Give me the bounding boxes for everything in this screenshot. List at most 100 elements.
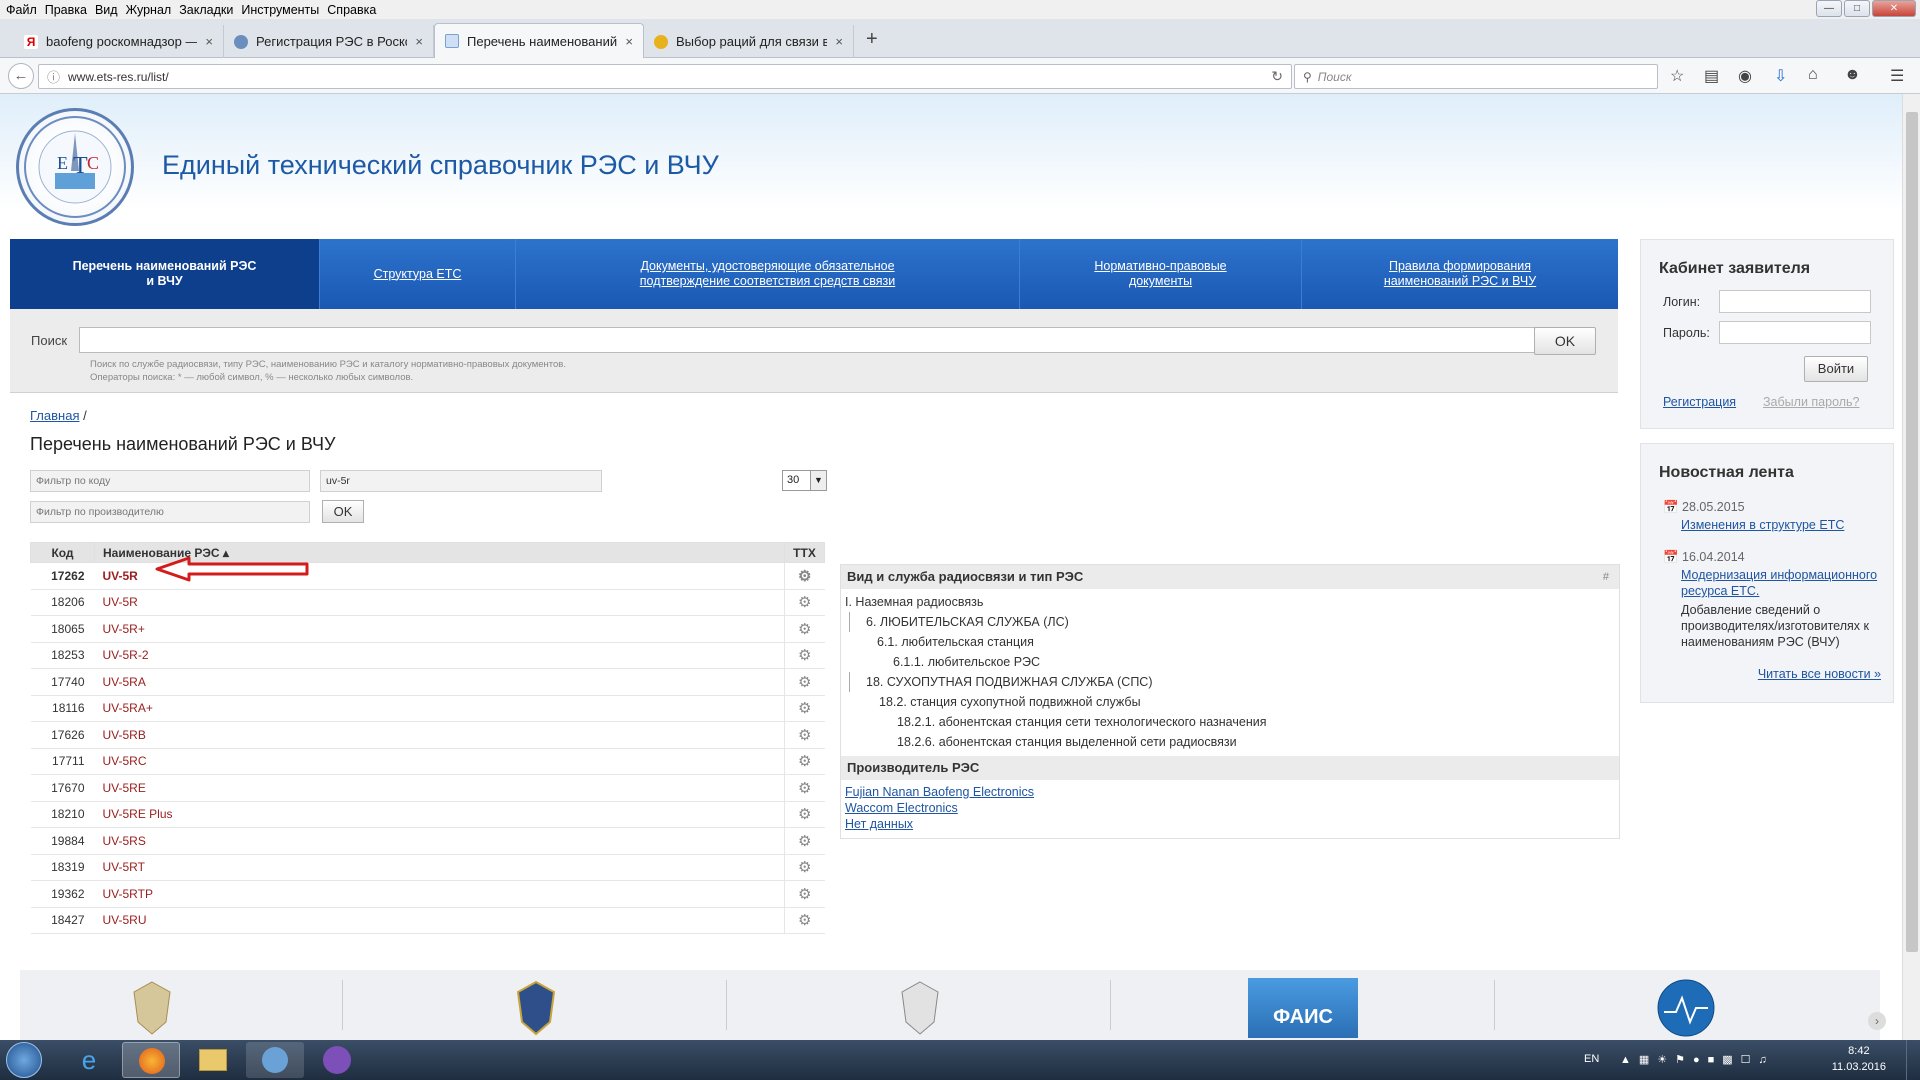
info-icon[interactable]: ⓘ [47, 67, 60, 86]
table-row[interactable]: 17262 UV-5R ⚙ [30, 562, 825, 590]
maximize-button[interactable]: □ [1844, 0, 1870, 17]
per-page-select[interactable]: 30 ▼ [782, 470, 827, 491]
maker-link[interactable]: Нет данных [845, 816, 1619, 832]
back-icon[interactable]: ← [8, 63, 34, 89]
search-ok-button[interactable]: OK [1534, 327, 1596, 355]
res-name-link[interactable]: UV-5RTP [94, 880, 785, 908]
res-name-link[interactable]: UV-5R [94, 589, 785, 616]
res-name-link[interactable]: UV-5RE [94, 774, 785, 802]
header-code[interactable]: Код [30, 542, 95, 563]
firefox-icon[interactable] [122, 1042, 180, 1078]
menu-view[interactable]: Вид [93, 3, 124, 17]
maker-link[interactable]: Waccom Electronics [845, 800, 1619, 816]
menu-file[interactable]: Файл [4, 3, 43, 17]
address-bar[interactable]: ⓘ www.ets-res.ru/list/ ↻ [38, 64, 1292, 89]
reading-list-icon[interactable]: ▤ [1704, 66, 1719, 86]
explorer-icon[interactable] [184, 1042, 242, 1078]
table-row[interactable]: 18116 UV-5RA+ ⚙ [30, 695, 825, 722]
res-name-link[interactable]: UV-5RB [94, 721, 785, 749]
menu-help[interactable]: Справка [325, 3, 382, 17]
res-name-link[interactable]: UV-5R+ [94, 615, 785, 643]
site-search-input[interactable] [79, 327, 1538, 353]
system-clock[interactable]: 8:42 11.03.2016 [1832, 1043, 1886, 1075]
gear-icon[interactable]: ⚙ [784, 695, 825, 722]
gear-icon[interactable]: ⚙ [784, 589, 825, 616]
gear-icon[interactable]: ⚙ [784, 880, 825, 908]
res-name-link[interactable]: UV-5RU [94, 907, 785, 934]
coat-of-arms-logo[interactable] [122, 978, 182, 1038]
register-link[interactable]: Регистрация [1663, 395, 1736, 409]
table-row[interactable]: 18319 UV-5RT ⚙ [30, 854, 825, 881]
breadcrumb-home[interactable]: Главная [30, 408, 79, 423]
menu-edit[interactable]: Правка [43, 3, 93, 17]
gear-icon[interactable]: ⚙ [784, 668, 825, 696]
news-link[interactable]: Изменения в структуре ЕТС [1681, 517, 1881, 533]
viber-icon[interactable] [308, 1042, 366, 1078]
maker-filter-input[interactable]: Фильтр по производителю [30, 501, 310, 523]
bookmark-star-icon[interactable]: ☆ [1670, 66, 1684, 86]
nav-list[interactable]: Перечень наименований РЭС и ВЧУ [10, 239, 320, 309]
ie-icon[interactable]: e [60, 1042, 118, 1078]
close-tab-icon[interactable]: × [835, 34, 843, 49]
maker-link[interactable]: Fujian Nanan Baofeng Electronics [845, 784, 1619, 800]
minimize-button[interactable]: — [1816, 0, 1842, 17]
filter-ok-button[interactable]: OK [322, 500, 364, 523]
res-name-link[interactable]: UV-5R-2 [94, 642, 785, 669]
chat-icon[interactable]: ☻ [1844, 66, 1861, 84]
close-window-button[interactable]: ✕ [1872, 0, 1916, 17]
close-tab-icon[interactable]: × [415, 34, 423, 49]
gear-icon[interactable]: ⚙ [784, 642, 825, 669]
gear-icon[interactable]: ⚙ [784, 854, 825, 881]
nav-structure[interactable]: Структура ЕТС [320, 239, 516, 309]
page-scrollbar[interactable] [1902, 94, 1920, 1040]
home-icon[interactable]: ⌂ [1808, 66, 1818, 84]
forgot-password-link[interactable]: Забыли пароль? [1763, 395, 1860, 409]
ministry-emblem-logo[interactable] [506, 978, 566, 1038]
table-row[interactable]: 17670 UV-5RE ⚙ [30, 774, 825, 802]
res-name-link[interactable]: UV-5RA [94, 668, 785, 696]
res-name-link[interactable]: UV-5RC [94, 748, 785, 775]
name-filter-input[interactable]: uv-5r [320, 470, 602, 492]
tab-baofeng[interactable]: Я baofeng роскомнадзор —... × [14, 25, 224, 58]
close-tab-icon[interactable]: × [205, 34, 213, 49]
reload-icon[interactable]: ↻ [1271, 68, 1283, 85]
tab-list-active[interactable]: Перечень наименований ... × [434, 23, 644, 58]
gear-icon[interactable]: ⚙ [784, 562, 825, 590]
table-row[interactable]: 18253 UV-5R-2 ⚙ [30, 642, 825, 669]
close-tab-icon[interactable]: × [625, 34, 633, 49]
menu-history[interactable]: Журнал [124, 3, 178, 17]
browser-search-input[interactable]: ⚲ Поиск [1294, 64, 1658, 89]
mail-icon[interactable] [246, 1042, 304, 1078]
res-name-link[interactable]: UV-5RA+ [94, 695, 785, 722]
all-news-link[interactable]: Читать все новости » [1751, 666, 1881, 682]
gear-icon[interactable]: ⚙ [784, 615, 825, 643]
tray-icons[interactable]: ▲▦☀⚑●■▩☐♫ [1620, 1053, 1775, 1066]
nav-legal[interactable]: Нормативно-правовые документы [1020, 239, 1302, 309]
res-name-link[interactable]: UV-5RT [94, 854, 785, 881]
table-row[interactable]: 18065 UV-5R+ ⚙ [30, 615, 825, 643]
table-row[interactable]: 18210 UV-5RE Plus ⚙ [30, 801, 825, 828]
fais-logo[interactable]: ФАИС [1248, 978, 1358, 1038]
table-row[interactable]: 19362 UV-5RTP ⚙ [30, 880, 825, 908]
menu-tools[interactable]: Инструменты [239, 3, 325, 17]
gear-icon[interactable]: ⚙ [784, 907, 825, 934]
carousel-next-icon[interactable]: › [1868, 1012, 1886, 1030]
anchor-hash[interactable]: # [1603, 565, 1609, 589]
login-button[interactable]: Войти [1804, 356, 1868, 382]
language-indicator[interactable]: EN [1584, 1053, 1599, 1065]
chevron-down-icon[interactable]: ▼ [810, 471, 826, 490]
tab-registration[interactable]: Регистрация РЭС в Роско... × [224, 25, 434, 58]
code-filter-input[interactable]: Фильтр по коду [30, 470, 310, 492]
new-tab-button[interactable]: + [866, 28, 878, 51]
login-input[interactable] [1719, 290, 1871, 313]
downloads-icon[interactable]: ⇩ [1774, 66, 1787, 86]
nav-documents[interactable]: Документы, удостоверяющие обязательное п… [516, 239, 1020, 309]
table-row[interactable]: 19884 UV-5RS ⚙ [30, 827, 825, 855]
ets-logo[interactable]: E T C [16, 108, 134, 226]
table-row[interactable]: 17740 UV-5RA ⚙ [30, 668, 825, 696]
pocket-icon[interactable]: ◉ [1738, 66, 1752, 86]
gear-icon[interactable]: ⚙ [784, 748, 825, 775]
tab-radios[interactable]: Выбор раций для связи в... × [644, 25, 854, 58]
hamburger-menu-icon[interactable]: ☰ [1890, 66, 1904, 86]
gear-icon[interactable]: ⚙ [784, 827, 825, 855]
